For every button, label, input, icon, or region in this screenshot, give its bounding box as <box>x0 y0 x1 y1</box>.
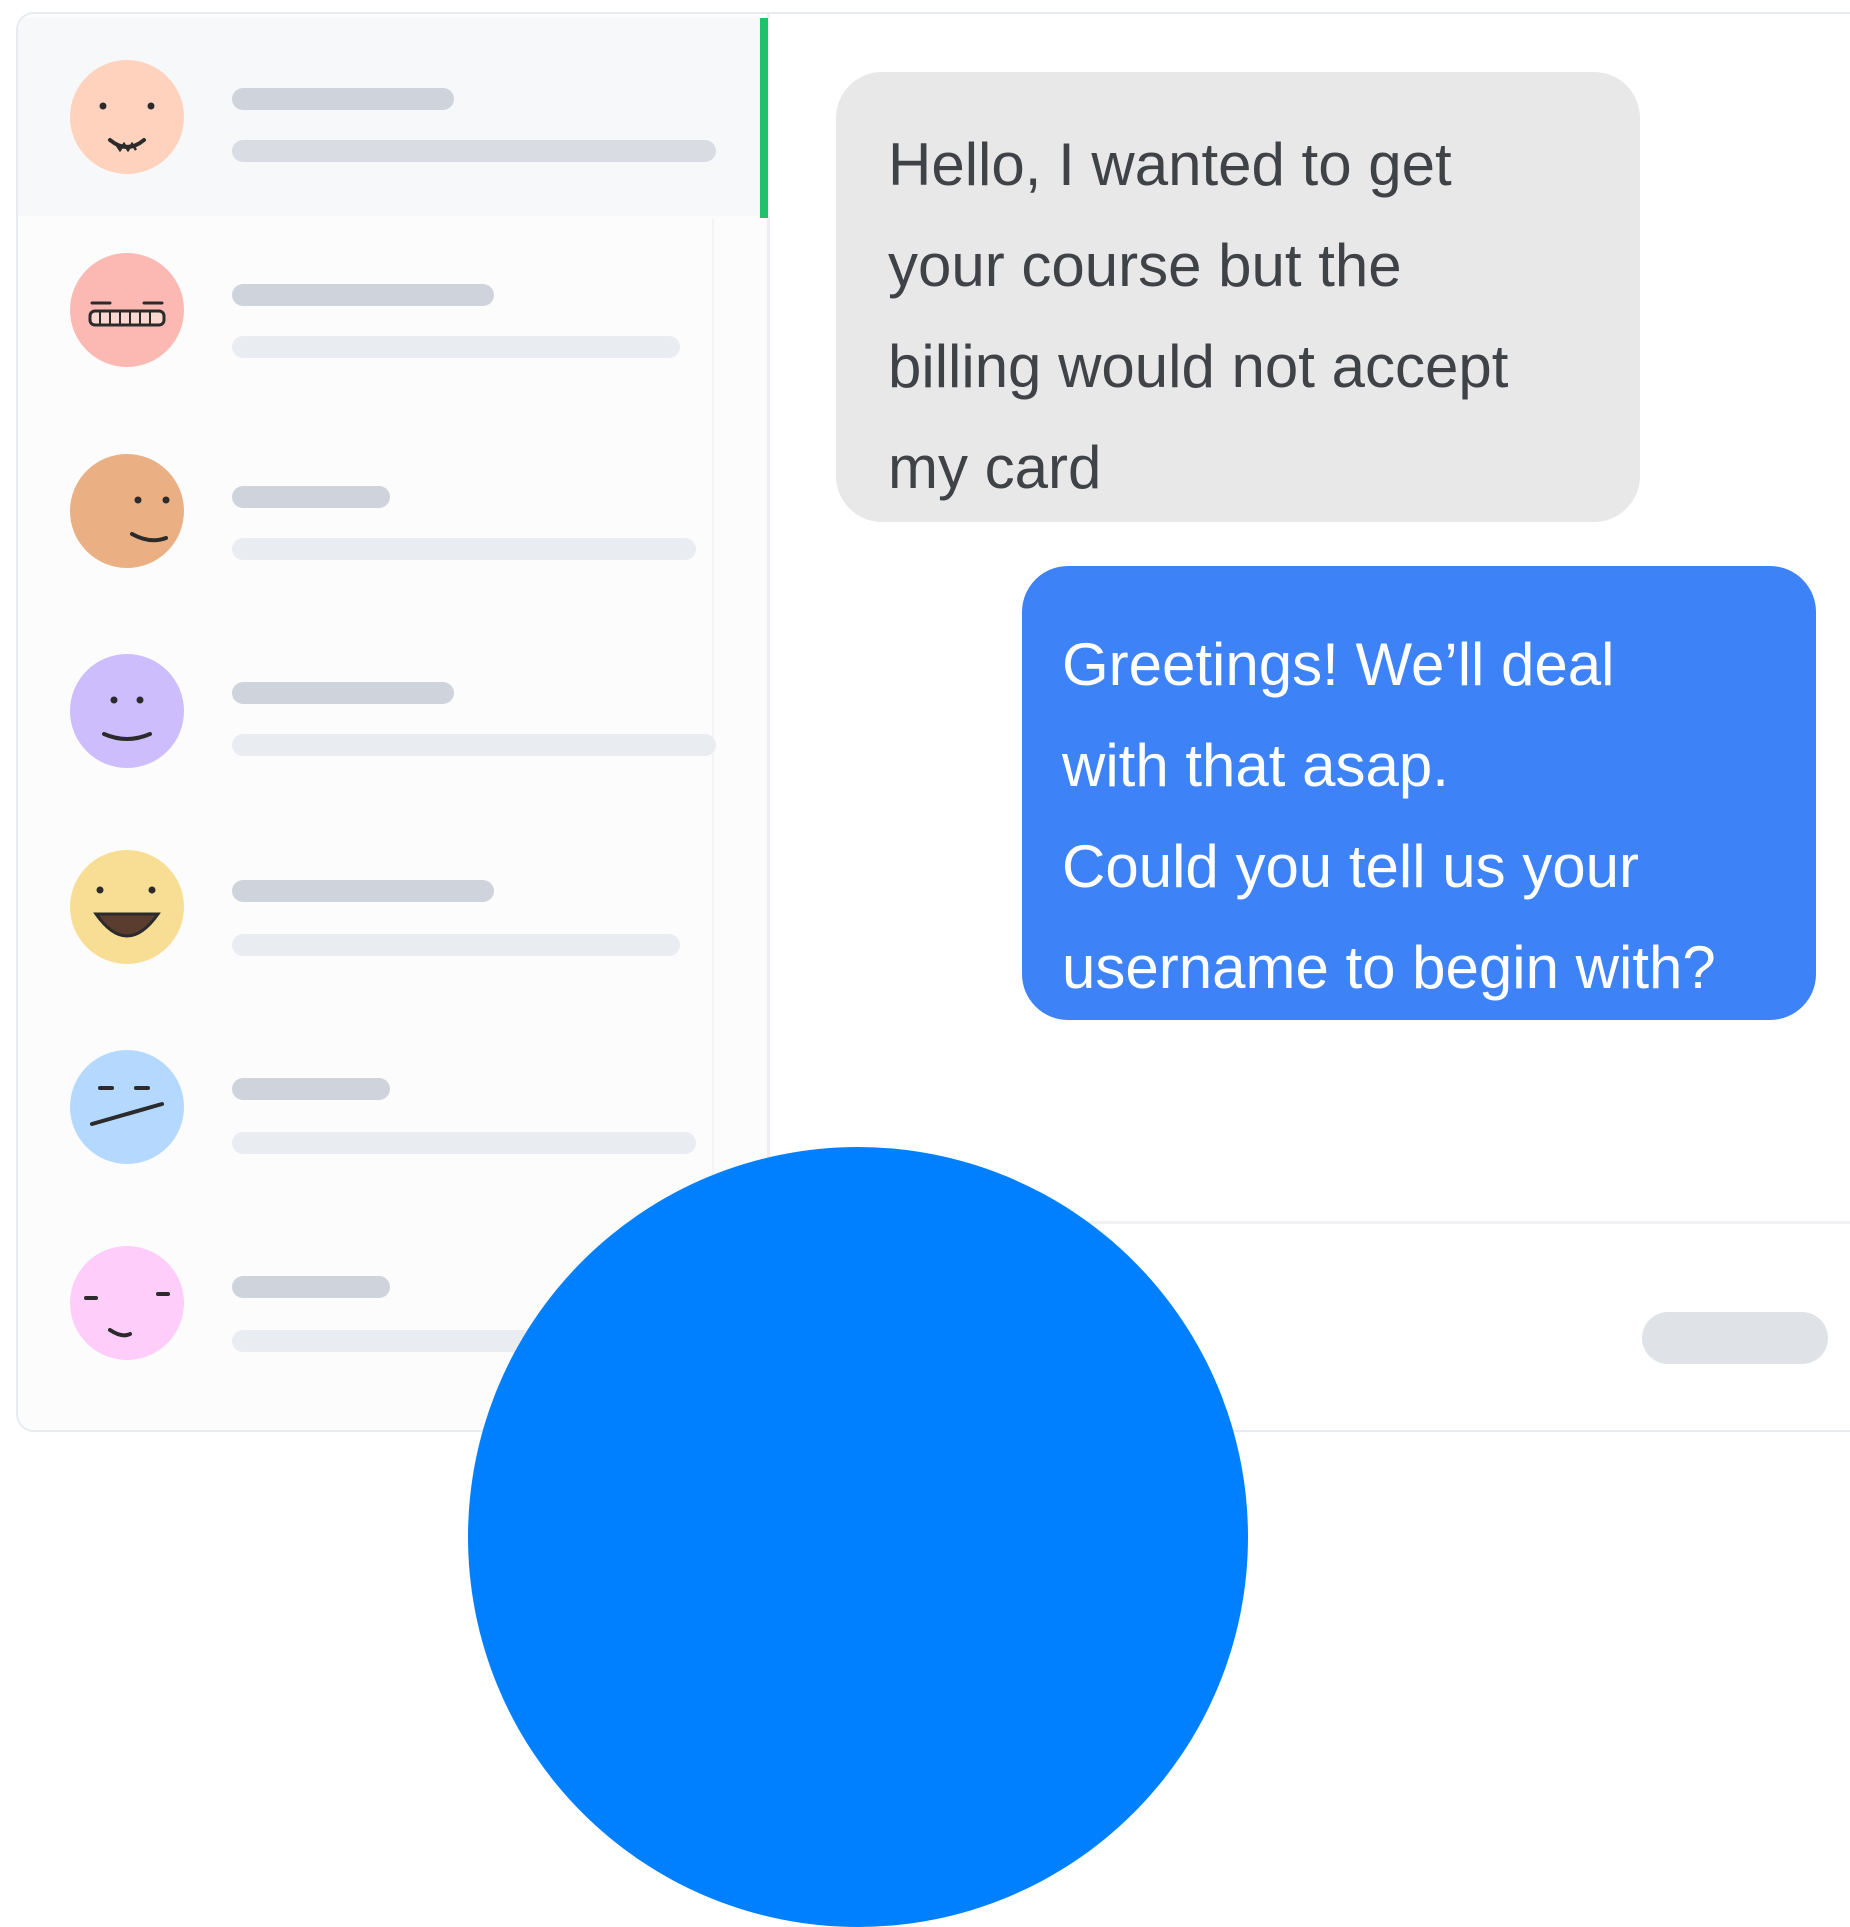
content-face-icon <box>70 654 184 768</box>
message-preview-placeholder <box>232 336 680 358</box>
send-button-placeholder[interactable] <box>1642 1312 1828 1364</box>
grimacing-face-icon <box>70 253 184 367</box>
contact-name-placeholder <box>232 284 494 306</box>
incoming-message-bubble: Hello, I wanted to get your course but t… <box>836 72 1640 522</box>
active-conversation-indicator <box>760 18 768 218</box>
unamused-face-icon <box>70 1050 184 1164</box>
outgoing-message-bubble: Greetings! We’ll deal with that asap. Co… <box>1022 566 1816 1020</box>
message-preview-placeholder <box>232 1132 696 1154</box>
contact-name-placeholder <box>232 682 454 704</box>
conversation-item-2[interactable] <box>18 216 770 414</box>
chat-launcher-button[interactable] <box>468 1147 1248 1927</box>
conversation-item-4[interactable] <box>18 612 770 810</box>
laughing-face-icon <box>70 850 184 964</box>
contact-name-placeholder <box>232 880 494 902</box>
winking-face-icon <box>70 1246 184 1360</box>
message-preview-placeholder <box>232 934 680 956</box>
smiling-face-icon <box>70 60 184 174</box>
message-thread: Hello, I wanted to get your course but t… <box>772 14 1850 1224</box>
message-preview-placeholder <box>232 140 716 162</box>
contact-name-placeholder <box>232 486 390 508</box>
conversation-item-3[interactable] <box>18 414 770 612</box>
message-preview-placeholder <box>232 538 696 560</box>
conversation-item-5[interactable] <box>18 810 770 1008</box>
message-preview-placeholder <box>232 734 716 756</box>
contact-name-placeholder <box>232 1078 390 1100</box>
contact-name-placeholder <box>232 1276 390 1298</box>
contact-name-placeholder <box>232 88 454 110</box>
smirking-face-icon <box>70 454 184 568</box>
conversation-item-6[interactable] <box>18 1008 770 1206</box>
conversation-item-1[interactable] <box>18 18 770 216</box>
